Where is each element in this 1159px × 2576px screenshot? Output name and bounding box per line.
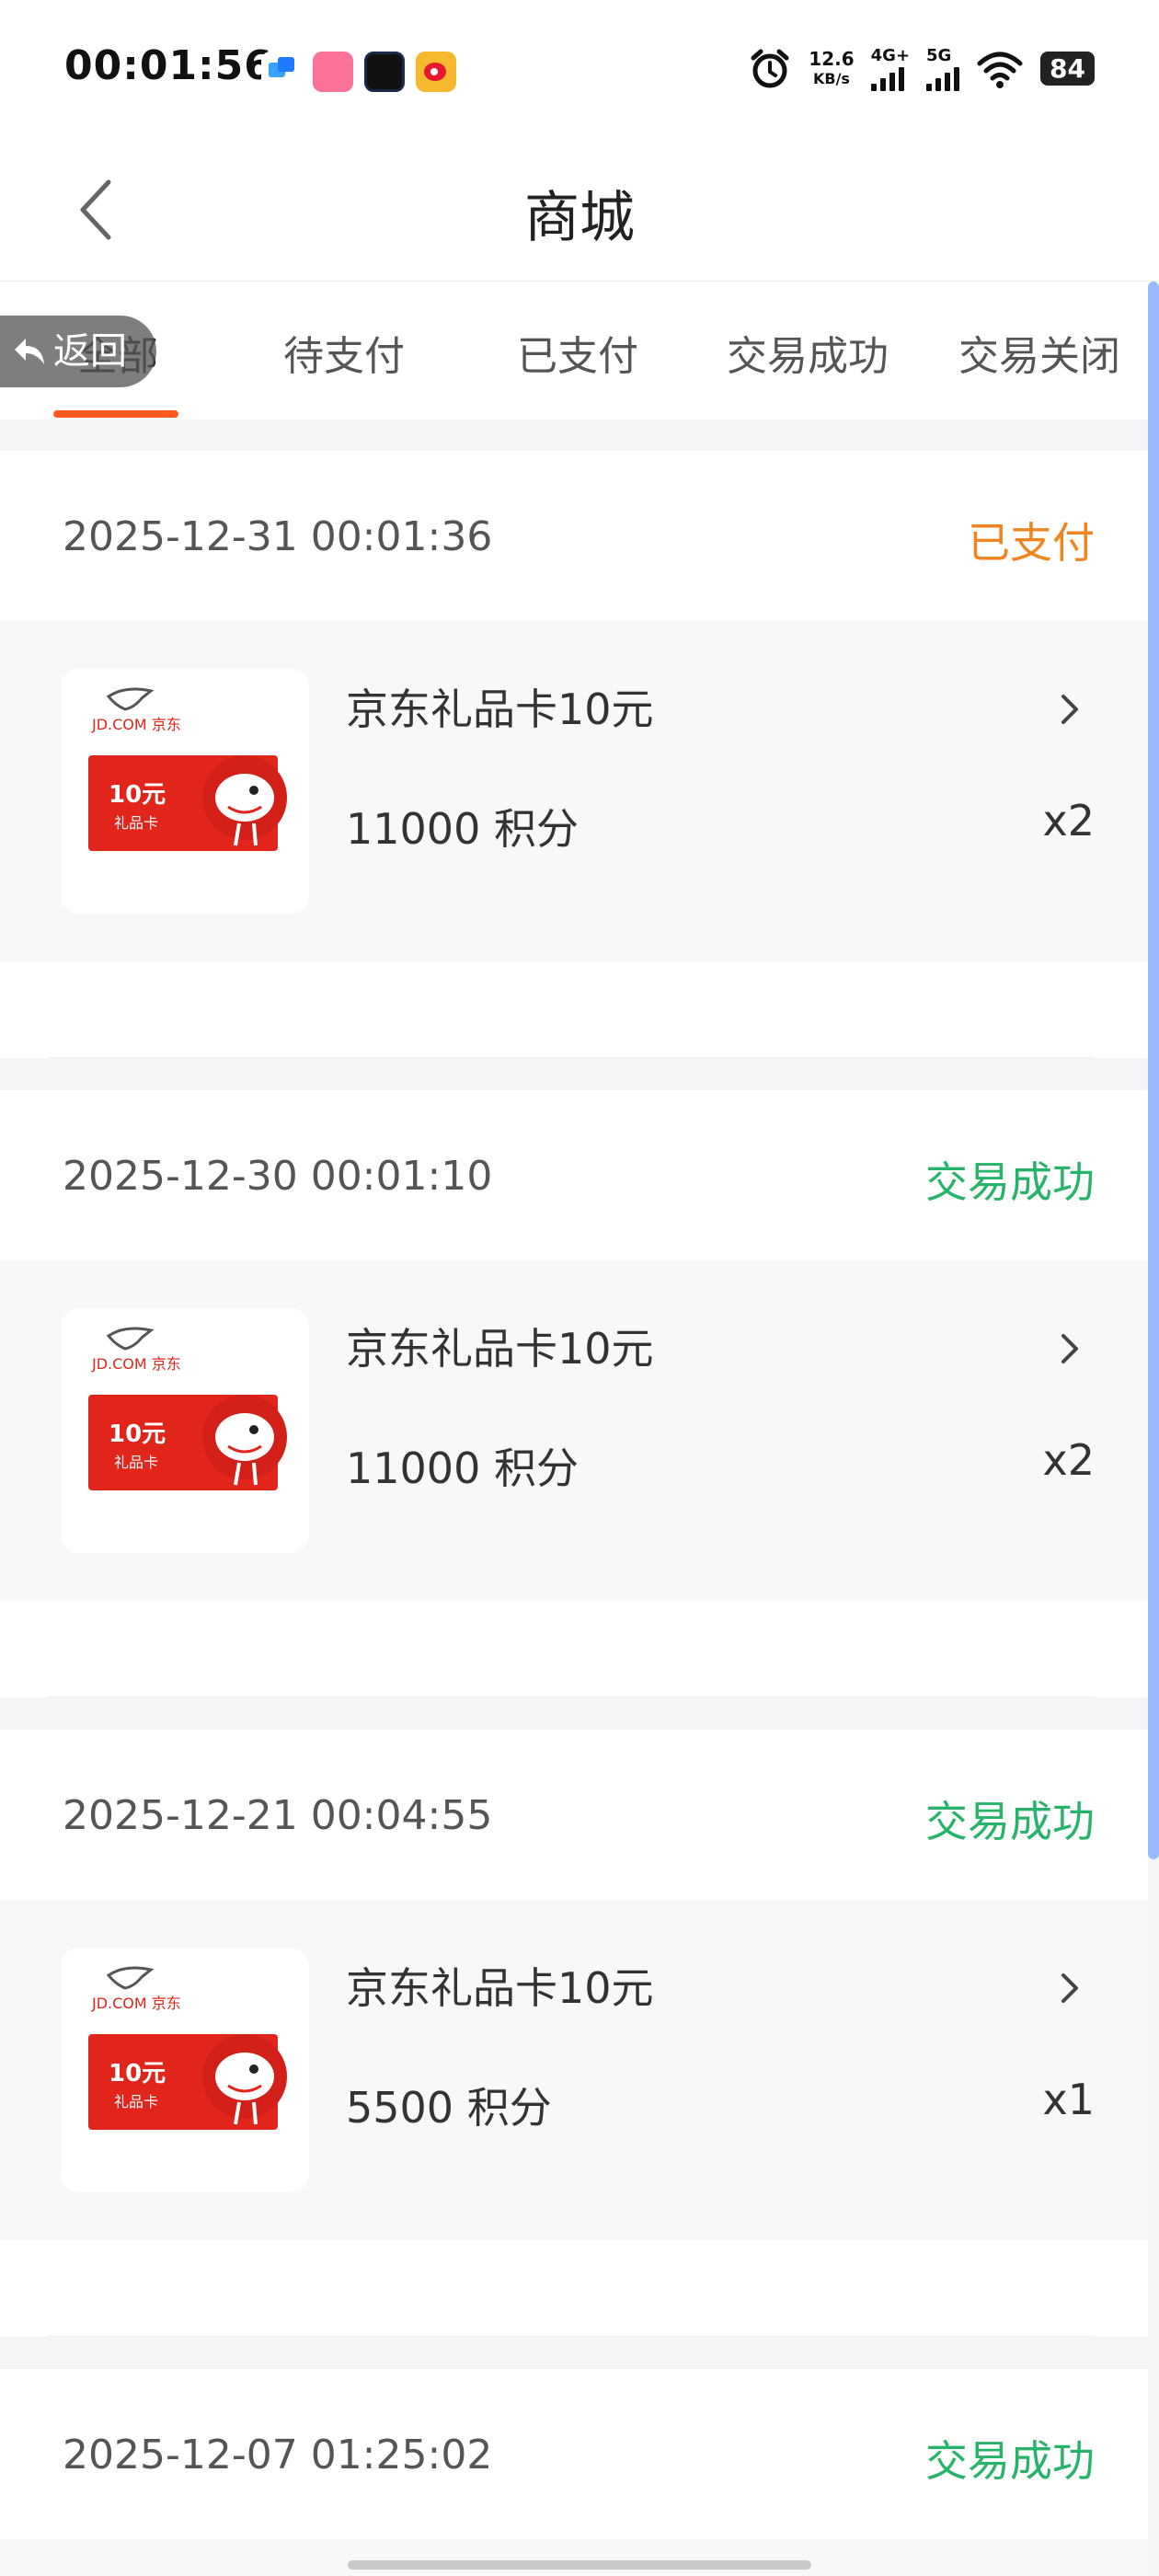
- product-price: 11000 积分: [346, 804, 579, 854]
- svg-text:10元: 10元: [109, 1420, 166, 1448]
- status-time: 00:01:56: [64, 42, 273, 89]
- jd-gift-card-image: JD.COM 京东 10元 礼品卡: [88, 1327, 287, 1490]
- tab-paid[interactable]: 已支付: [517, 323, 638, 382]
- order-header: 2025-12-31 00:01:36 已支付: [0, 451, 1148, 621]
- product-quantity: x2: [1042, 1435, 1096, 1485]
- order-date: 2025-12-30 00:01:10: [63, 1153, 493, 1200]
- signal-bars-icon: [870, 65, 904, 91]
- product-thumbnail: JD.COM 京东 10元 礼品卡: [61, 1948, 309, 2192]
- order-card[interactable]: 2025-12-30 00:01:10 交易成功 JD.COM 京东 10元 礼…: [0, 1090, 1148, 1697]
- order-item[interactable]: JD.COM 京东 10元 礼品卡 京东礼品卡10元 11000 积分 x2: [0, 1260, 1148, 1601]
- page-title: 商城: [524, 186, 635, 250]
- nav-header: 商城: [0, 138, 1159, 282]
- order-date: 2025-12-21 00:04:55: [63, 1792, 493, 1839]
- order-date: 2025-12-31 00:01:36: [63, 513, 493, 560]
- order-status: 交易成功: [925, 2436, 1095, 2486]
- svg-text:礼品卡: 礼品卡: [114, 2093, 158, 2110]
- order-card[interactable]: 2025-12-31 00:01:36 已支付 JD.COM 京东 10元 礼品…: [0, 451, 1148, 1058]
- order-footer: [0, 2240, 1148, 2337]
- home-indicator[interactable]: [348, 2560, 811, 2570]
- jd-gift-card-image: JD.COM 京东 10元 礼品卡: [88, 1966, 287, 2130]
- order-item: [0, 2539, 1148, 2576]
- order-header: 2025-12-07 01:25:02 交易成功: [0, 2369, 1148, 2539]
- order-status: 交易成功: [925, 1797, 1095, 1846]
- svg-text:10元: 10元: [109, 2060, 166, 2087]
- return-arrow-icon: [15, 339, 44, 364]
- battery-indicator: 84: [1040, 52, 1095, 86]
- jd-gift-card-image: JD.COM 京东 10元 礼品卡: [88, 687, 287, 851]
- product-thumbnail: JD.COM 京东 10元 礼品卡: [61, 1308, 309, 1553]
- notification-icons: [261, 52, 456, 92]
- svg-text:JD.COM 京东: JD.COM 京东: [91, 716, 181, 733]
- order-header: 2025-12-21 00:04:55 交易成功: [0, 1730, 1148, 1900]
- signal-5g: 5G: [926, 46, 960, 91]
- status-bar: 00:01:56 12.6 KB/s 4G+ 5G 84: [0, 0, 1159, 138]
- tab-closed[interactable]: 交易关闭: [958, 323, 1120, 382]
- product-name: 京东礼品卡10元: [346, 684, 654, 734]
- news-app-icon: [364, 52, 405, 92]
- signal-4g: 4G+: [870, 46, 910, 91]
- order-date: 2025-12-07 01:25:02: [63, 2432, 493, 2478]
- order-tabs: 全部 待支付 已支付 交易成功 交易关闭: [0, 282, 1159, 420]
- return-label: 返回: [53, 330, 127, 373]
- order-header: 2025-12-30 00:01:10 交易成功: [0, 1090, 1148, 1260]
- order-item[interactable]: JD.COM 京东 10元 礼品卡 京东礼品卡10元 5500 积分 x1: [0, 1900, 1148, 2240]
- order-footer: [0, 961, 1148, 1058]
- chevron-right-icon[interactable]: [1060, 1970, 1082, 2007]
- active-tab-indicator: [53, 410, 178, 418]
- product-thumbnail: JD.COM 京东 10元 礼品卡: [61, 669, 309, 914]
- order-footer: [0, 1601, 1148, 1697]
- scrollbar[interactable]: [1148, 282, 1159, 1859]
- svg-text:JD.COM 京东: JD.COM 京东: [91, 1995, 181, 2012]
- return-floating-button[interactable]: 返回: [0, 316, 156, 387]
- chevron-right-icon[interactable]: [1060, 1330, 1082, 1367]
- order-card[interactable]: 2025-12-21 00:04:55 交易成功 JD.COM 京东 10元 礼…: [0, 1730, 1148, 2337]
- network-speed: 12.6 KB/s: [809, 47, 855, 87]
- chevron-right-icon[interactable]: [1060, 691, 1082, 728]
- product-quantity: x2: [1042, 796, 1096, 845]
- app-notification-icon: [261, 52, 302, 92]
- product-name: 京东礼品卡10元: [346, 1324, 654, 1374]
- status-indicators: 12.6 KB/s 4G+ 5G 84: [748, 46, 1095, 91]
- signal-bars-icon: [926, 65, 960, 91]
- product-quantity: x1: [1042, 2075, 1096, 2124]
- bilibili-icon: [313, 52, 353, 92]
- order-status: 已支付: [968, 518, 1095, 568]
- order-card[interactable]: 2025-12-07 01:25:02 交易成功: [0, 2369, 1148, 2576]
- tab-completed[interactable]: 交易成功: [727, 323, 889, 382]
- weibo-icon: [416, 52, 456, 92]
- tab-pending-payment[interactable]: 待支付: [283, 323, 405, 382]
- svg-text:JD.COM 京东: JD.COM 京东: [91, 1355, 181, 1373]
- svg-text:礼品卡: 礼品卡: [114, 1454, 158, 1471]
- svg-text:礼品卡: 礼品卡: [114, 814, 158, 832]
- order-status: 交易成功: [925, 1157, 1095, 1207]
- order-item[interactable]: JD.COM 京东 10元 礼品卡 京东礼品卡10元 11000 积分 x2: [0, 621, 1148, 961]
- product-name: 京东礼品卡10元: [346, 1963, 654, 2013]
- wifi-icon: [977, 52, 1023, 88]
- product-price: 5500 积分: [346, 2083, 552, 2133]
- product-price: 11000 积分: [346, 1443, 579, 1493]
- svg-text:10元: 10元: [109, 781, 166, 809]
- alarm-icon: [751, 49, 789, 87]
